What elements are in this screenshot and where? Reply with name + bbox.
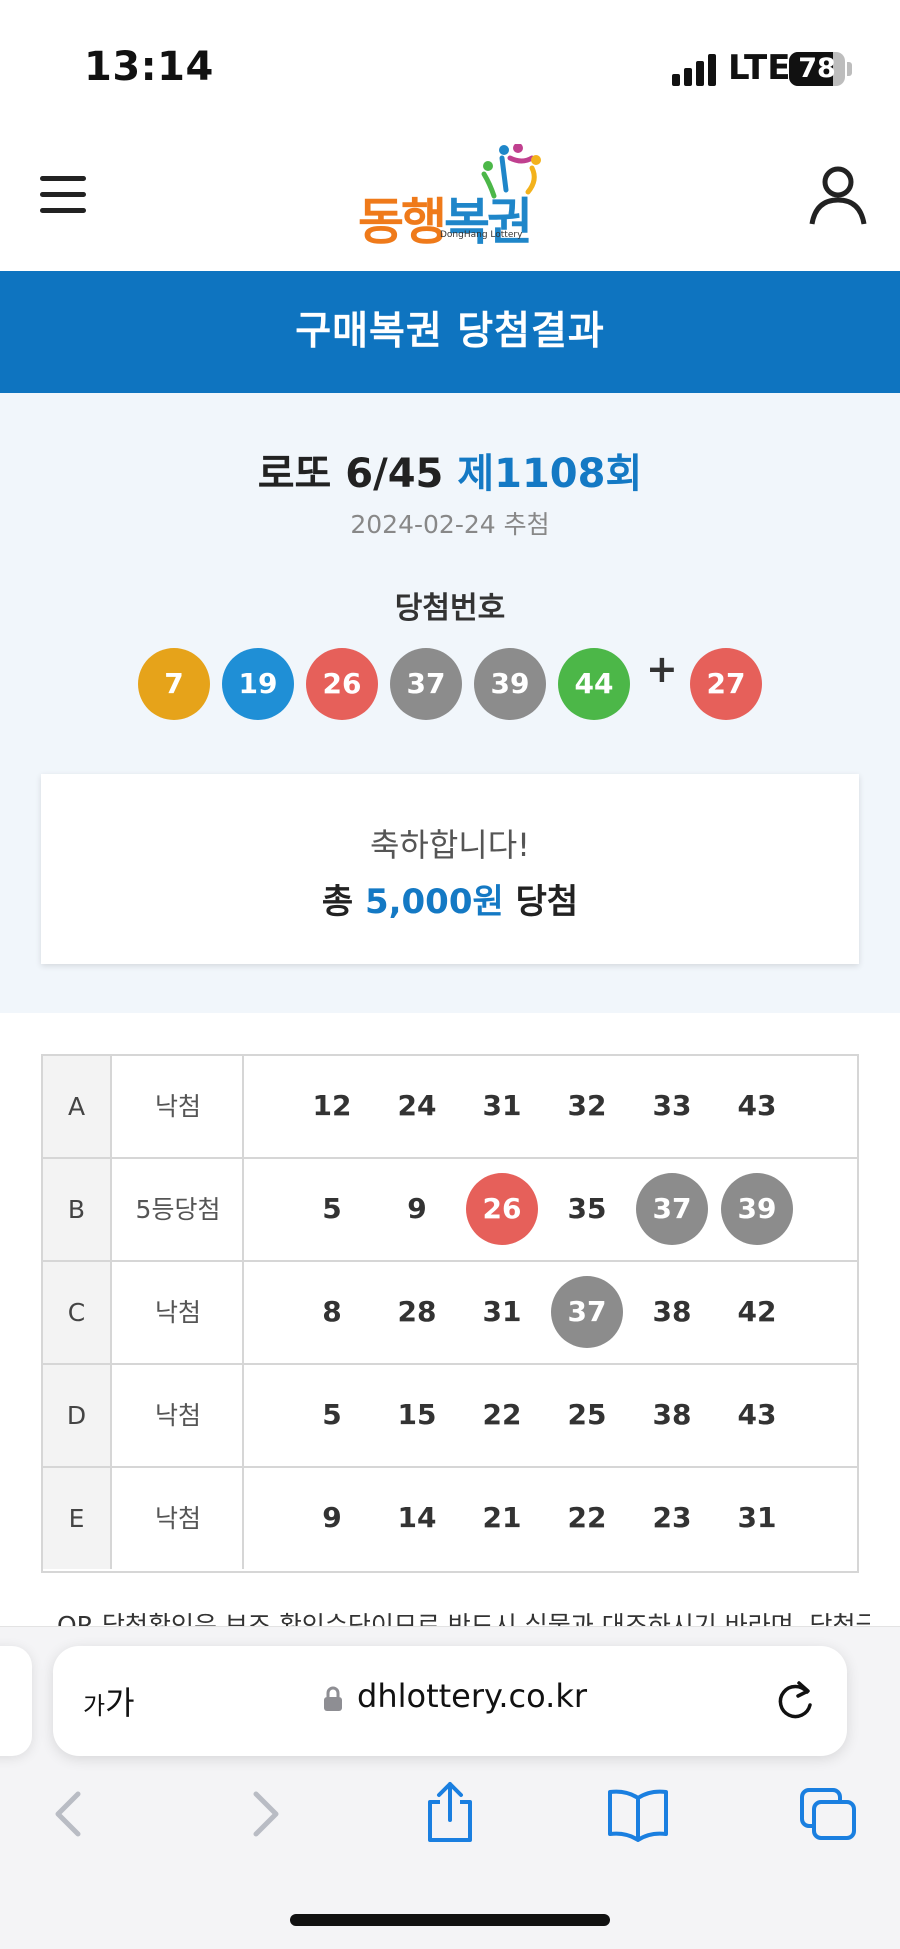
tabs-icon[interactable] [798,1786,858,1842]
game-letter: D [43,1365,112,1466]
game-number: 38 [652,1295,692,1328]
draw-round: 제1108회 [457,451,643,497]
game-number: 15 [397,1398,437,1431]
game-number: 9 [407,1192,427,1225]
back-icon[interactable] [40,1786,100,1842]
logo-subtitle: DongHang Lottery [440,230,523,240]
game-number: 33 [652,1089,692,1122]
share-icon[interactable] [420,1780,480,1844]
game-result: 낙첨 [114,1056,244,1157]
game-number: 21 [482,1501,522,1534]
game-number: 42 [737,1295,777,1328]
game-number: 22 [482,1398,522,1431]
game-number: 23 [652,1501,692,1534]
game-number: 28 [397,1295,437,1328]
winning-numbers-label: 당첨번호 [394,591,506,626]
game-result: 낙첨 [114,1262,244,1363]
winning-ball: 39 [474,648,546,720]
prize-amount: 5,000원 [364,882,504,922]
bookmarks-icon[interactable] [606,1786,670,1842]
url-text[interactable]: dhlottery.co.kr [357,1677,587,1715]
winning-ball: 37 [390,648,462,720]
game-number: 31 [482,1089,522,1122]
game-number: 5 [322,1398,342,1431]
prize-summary-box: 축하합니다! 총 5,000원 당첨 [41,774,859,964]
bonus-ball: 27 [690,648,762,720]
game-number: 32 [567,1089,607,1122]
game-number: 8 [322,1295,342,1328]
cellular-signal-icon [672,54,718,86]
game-result: 낙첨 [114,1365,244,1466]
game-row: C 낙첨 8 28 31 37 38 42 [43,1262,857,1365]
prize-total: 총 5,000원 당첨 [321,882,579,922]
previous-tab-edge[interactable] [0,1646,32,1756]
page-title: 구매복권 당첨결과 [295,309,605,354]
status-time: 13:14 [84,44,214,90]
game-row: D 낙첨 5 15 22 25 38 43 [43,1365,857,1468]
game-letter: A [43,1056,112,1157]
reload-icon[interactable] [773,1678,817,1724]
matched-number: 37 [636,1173,708,1245]
draw-title: 로또 6/45 제1108회 [257,451,643,497]
game-row: A 낙첨 12 24 31 32 33 43 [43,1056,857,1159]
game-number: 31 [482,1295,522,1328]
game-number: 12 [312,1089,352,1122]
game-number: 24 [397,1089,437,1122]
congrats-message: 축하합니다! [369,826,531,864]
network-type: LTE [728,48,791,88]
game-row: E 낙첨 9 14 21 22 23 31 [43,1468,857,1571]
game-number: 35 [567,1192,607,1225]
menu-icon[interactable] [36,170,92,220]
battery-percent: 78 [798,53,836,84]
game-letter: C [43,1262,112,1363]
winning-ball: 19 [222,648,294,720]
matched-number: 39 [721,1173,793,1245]
game-number: 22 [567,1501,607,1534]
game-number: 5 [322,1192,342,1225]
address-bar[interactable]: 가가 dhlottery.co.kr [53,1646,847,1756]
text-size-button[interactable]: 가가 [83,1678,135,1724]
home-indicator [290,1914,610,1926]
lock-icon [324,1686,342,1711]
page-title-bar: 구매복권 당첨결과 [0,271,900,393]
winning-ball: 26 [306,648,378,720]
purchased-games-table: A 낙첨 12 24 31 32 33 43 B 5등당첨 5 9 26 35 … [41,1054,859,1573]
winning-ball: 44 [558,648,630,720]
game-number: 25 [567,1398,607,1431]
game-letter: B [43,1159,112,1260]
battery-cap [847,62,852,76]
matched-number: 26 [466,1173,538,1245]
game-number: 43 [737,1089,777,1122]
game-row: B 5등당첨 5 9 26 35 37 39 [43,1159,857,1262]
game-result: 5등당첨 [114,1159,244,1260]
matched-number: 37 [551,1276,623,1348]
battery-icon: 78 [789,52,845,86]
bonus-plus-sign: + [646,647,678,691]
game-result: 낙첨 [114,1468,244,1569]
winning-ball: 7 [138,648,210,720]
donghang-lottery-logo[interactable]: 동행복권 DongHang Lottery [358,144,550,251]
game-number: 43 [737,1398,777,1431]
forward-icon[interactable] [234,1786,294,1842]
user-account-icon[interactable] [808,164,868,226]
game-number: 38 [652,1398,692,1431]
logo-text: 동행복권 [358,193,533,251]
game-number: 31 [737,1501,777,1534]
game-letter: E [43,1468,112,1569]
draw-result-section: 로또 6/45 제1108회 2024-02-24 추첨 당첨번호 7 19 2… [0,393,900,1013]
draw-date: 2024-02-24 추첨 [350,510,550,539]
game-number: 9 [322,1501,342,1534]
game-number: 14 [397,1501,437,1534]
